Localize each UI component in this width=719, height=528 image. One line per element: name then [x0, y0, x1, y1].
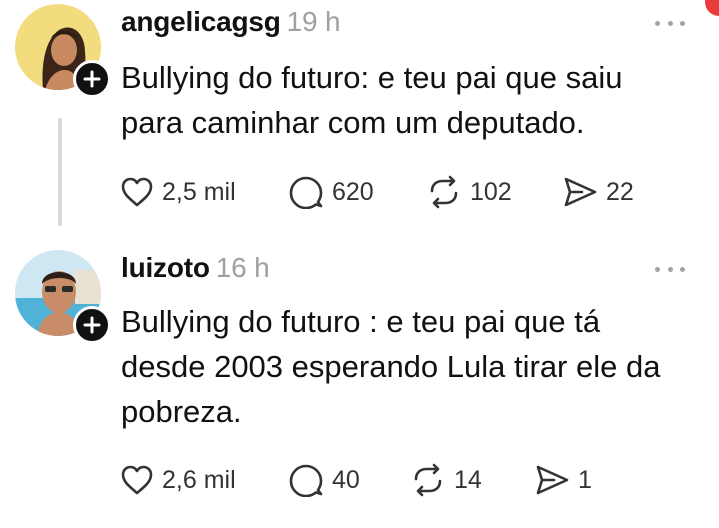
reply-count: 620: [332, 177, 374, 206]
more-options-button[interactable]: [655, 18, 685, 28]
reply-button[interactable]: 620: [288, 174, 374, 210]
repost-icon: [414, 463, 442, 497]
share-count: 22: [606, 177, 634, 206]
heart-icon: [121, 465, 153, 495]
share-button[interactable]: 1: [534, 462, 592, 498]
more-icon: [655, 266, 660, 272]
post-actions: 2,5 mil 620 102 22: [120, 174, 680, 210]
follow-button[interactable]: [73, 306, 111, 344]
repost-icon: [430, 175, 458, 209]
like-button[interactable]: 2,5 mil: [120, 174, 236, 210]
username-text[interactable]: luizoto: [121, 252, 210, 283]
thread-line: [58, 118, 62, 226]
repost-button[interactable]: 14: [410, 462, 482, 498]
like-button[interactable]: 2,6 mil: [120, 462, 236, 498]
post-angelicagsg: angelicagsg 19 h Bullying do futuro: e te…: [0, 0, 719, 240]
share-icon: [536, 465, 569, 495]
username-text[interactable]: angelicagsg: [121, 6, 281, 37]
share-icon: [564, 177, 597, 207]
post-text: Bullying do futuro: e teu pai que saiu p…: [121, 60, 623, 140]
share-button[interactable]: 22: [562, 174, 634, 210]
reply-button[interactable]: 40: [288, 462, 360, 498]
share-count: 1: [578, 465, 592, 494]
heart-icon: [121, 177, 153, 207]
post-time: 19 h: [286, 6, 341, 37]
plus-icon: [83, 316, 101, 334]
follow-button[interactable]: [73, 60, 111, 98]
post-text: Bullying do futuro : e teu pai que tá de…: [121, 304, 661, 429]
post-time: 16 h: [215, 252, 270, 283]
post-actions: 2,6 mil 40 14 1: [120, 462, 680, 498]
username[interactable]: angelicagsg 19 h: [121, 6, 341, 38]
reply-count: 40: [332, 465, 360, 494]
post-luizoto: luizoto 16 h Bullying do futuro : e teu p…: [0, 240, 719, 528]
repost-count: 14: [454, 465, 482, 494]
comment-icon: [289, 176, 323, 209]
username[interactable]: luizoto 16 h: [121, 252, 270, 284]
like-count: 2,6 mil: [162, 465, 236, 494]
repost-button[interactable]: 102: [426, 174, 512, 210]
repost-count: 102: [470, 177, 512, 206]
like-count: 2,5 mil: [162, 177, 236, 206]
more-icon: [655, 20, 660, 26]
comment-icon: [289, 464, 323, 497]
more-options-button[interactable]: [655, 264, 685, 274]
plus-icon: [83, 70, 101, 88]
